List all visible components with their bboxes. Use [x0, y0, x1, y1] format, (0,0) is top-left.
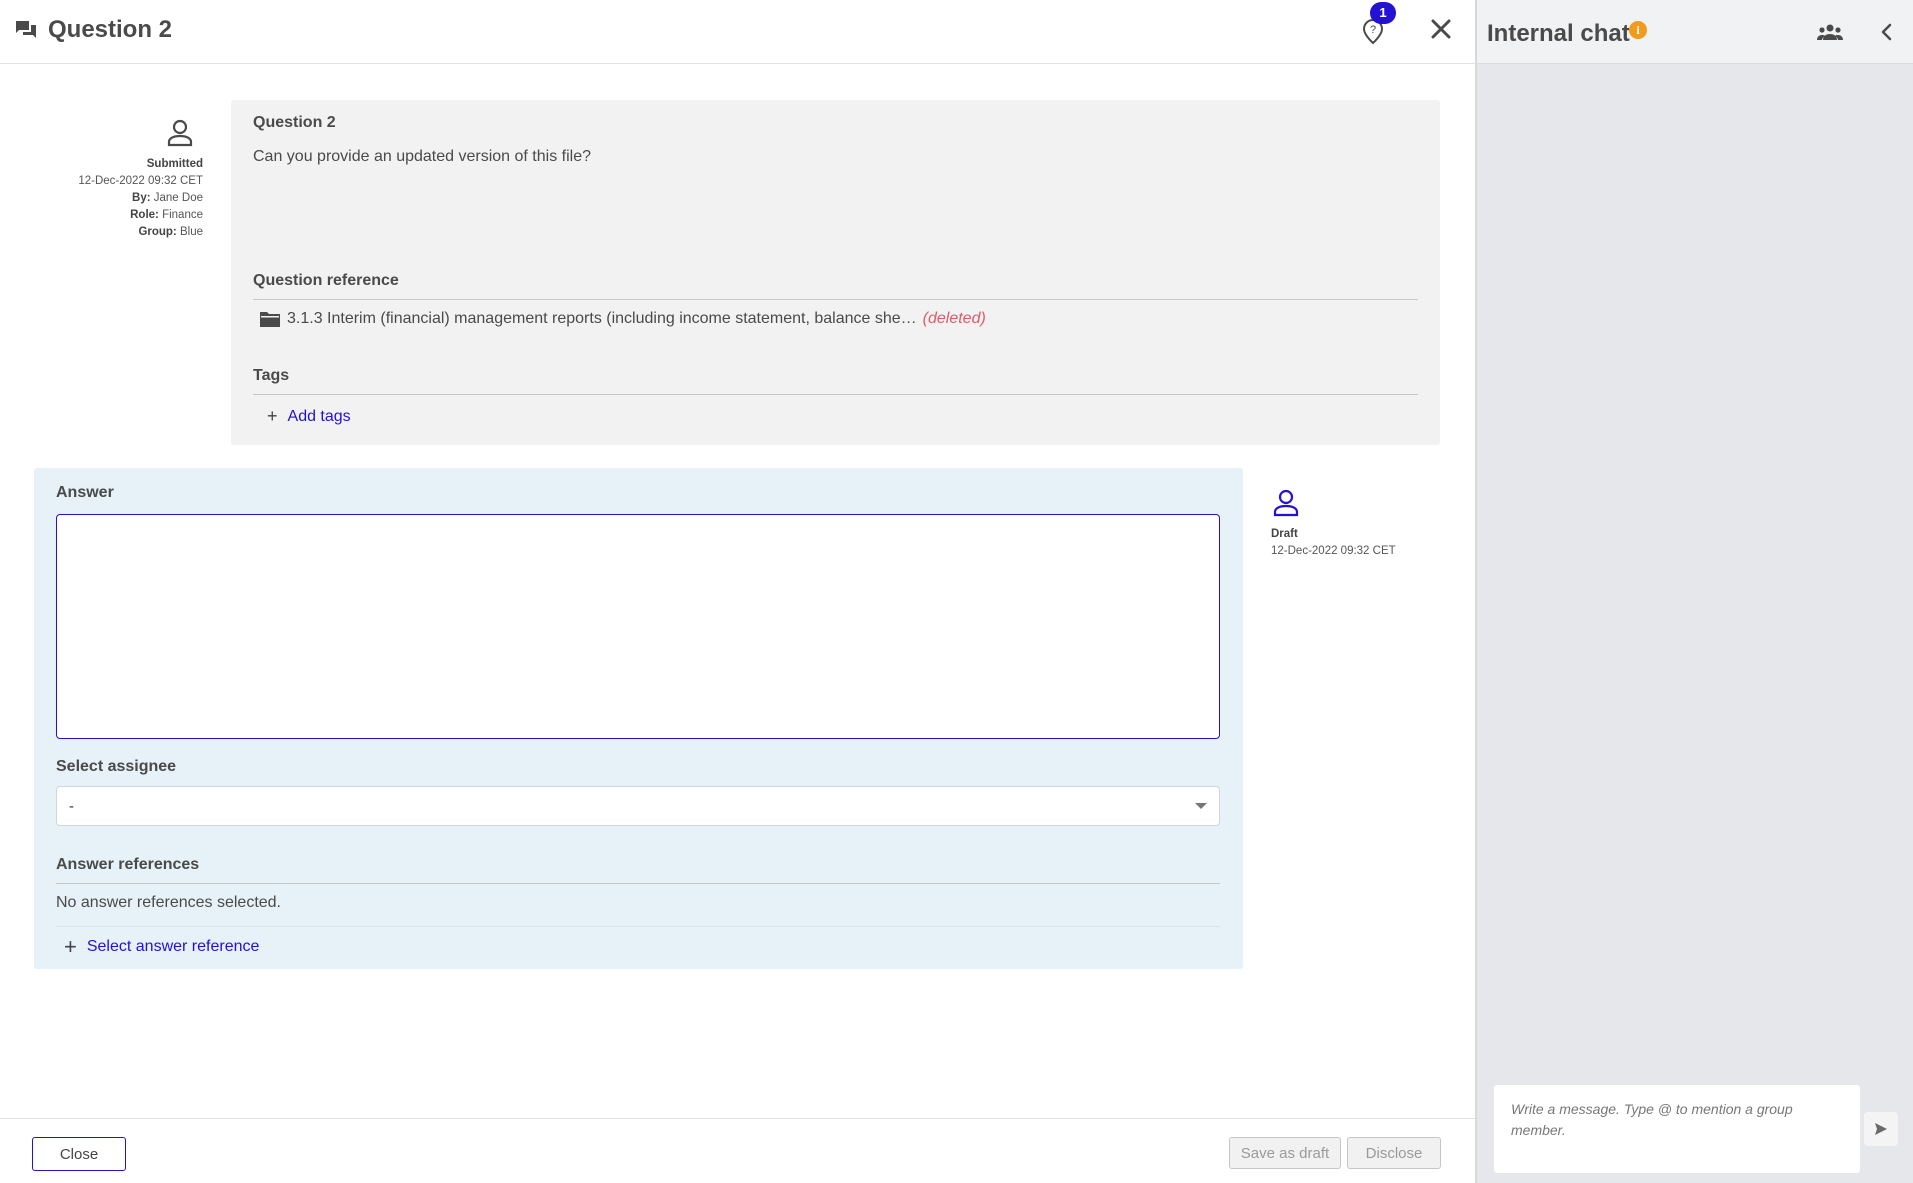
by-value: Jane Doe [153, 192, 203, 204]
select-assignee-label: Select assignee [56, 758, 177, 775]
answer-input[interactable] [56, 514, 1220, 739]
info-icon[interactable]: i [1629, 21, 1647, 39]
draft-timestamp: 12-Dec-2022 09:32 CET [1271, 545, 1396, 557]
question-card: Question 2 Can you provide an updated ve… [231, 100, 1440, 445]
divider [253, 394, 1418, 395]
plus-icon: + [267, 406, 278, 426]
select-answer-reference-label: Select answer reference [86, 938, 260, 955]
person-icon [1273, 489, 1299, 517]
question-header: Question 2 ? 1 [0, 0, 1475, 64]
question-answer-icon [16, 21, 36, 38]
chat-message-input[interactable]: Write a message. Type @ to mention a gro… [1494, 1085, 1860, 1173]
question-reference-label: Question reference [253, 272, 399, 289]
divider [56, 926, 1220, 927]
question-panel: Question 2 ? 1 Submitted 12-Dec-2022 09:… [0, 0, 1475, 1183]
chevron-left-icon[interactable] [1877, 22, 1897, 42]
footer: Close Save as draft Disclose [0, 1118, 1475, 1183]
answer-references-label: Answer references [56, 856, 200, 873]
question-text: Can you provide an updated version of th… [253, 148, 591, 165]
add-tags-button[interactable]: + Add tags [267, 406, 351, 427]
caret-down-icon [1195, 803, 1207, 809]
internal-chat-panel: Internal chat i Write a message. Type @ … [1475, 0, 1913, 1183]
role-label: Role: [130, 209, 159, 221]
submitted-timestamp: 12-Dec-2022 09:32 CET [78, 175, 203, 187]
group-label: Group: [138, 226, 177, 238]
chat-title: Internal chat [1487, 20, 1630, 47]
assignee-select[interactable]: - [56, 786, 1220, 826]
person-icon [167, 119, 193, 147]
add-tags-label: Add tags [287, 407, 351, 425]
answer-card: Answer Select assignee - Answer referenc… [34, 468, 1243, 969]
question-reference-item[interactable]: 3.1.3 Interim (financial) management rep… [259, 310, 986, 328]
question-reference-text: 3.1.3 Interim (financial) management rep… [287, 310, 917, 327]
help-count-badge: 1 [1370, 2, 1396, 24]
assignee-selected-value: - [69, 798, 74, 815]
page-title: Question 2 [48, 16, 173, 43]
close-button[interactable]: Close [32, 1137, 126, 1171]
send-button[interactable] [1864, 1112, 1898, 1146]
folder-icon [260, 312, 280, 327]
answer-label: Answer [56, 484, 114, 501]
question-title: Question 2 [253, 114, 336, 131]
draft-meta: Draft 12-Dec-2022 09:32 CET [1271, 488, 1396, 560]
group-icon[interactable] [1817, 22, 1843, 42]
close-icon[interactable] [1428, 16, 1454, 42]
svg-text:?: ? [1370, 24, 1376, 36]
reference-deleted-status: (deleted) [922, 310, 986, 327]
by-label: By: [132, 192, 151, 204]
save-as-draft-button[interactable]: Save as draft [1229, 1137, 1341, 1169]
disclose-button[interactable]: Disclose [1347, 1137, 1441, 1169]
submitted-status: Submitted [146, 158, 203, 170]
send-icon [1875, 1123, 1887, 1135]
draft-status: Draft [1271, 528, 1298, 540]
chat-header: Internal chat i [1477, 0, 1913, 64]
divider [253, 299, 1418, 300]
no-references-text: No answer references selected. [56, 894, 281, 911]
plus-icon: + [64, 934, 77, 959]
question-meta: Submitted 12-Dec-2022 09:32 CET By: Jane… [40, 118, 203, 241]
role-value: Finance [162, 209, 203, 221]
app: Question 2 ? 1 Submitted 12-Dec-2022 09:… [0, 0, 1913, 1183]
tags-label: Tags [253, 367, 290, 384]
select-answer-reference-button[interactable]: + Select answer reference [64, 934, 259, 960]
group-value: Blue [179, 226, 203, 238]
divider [56, 883, 1220, 884]
